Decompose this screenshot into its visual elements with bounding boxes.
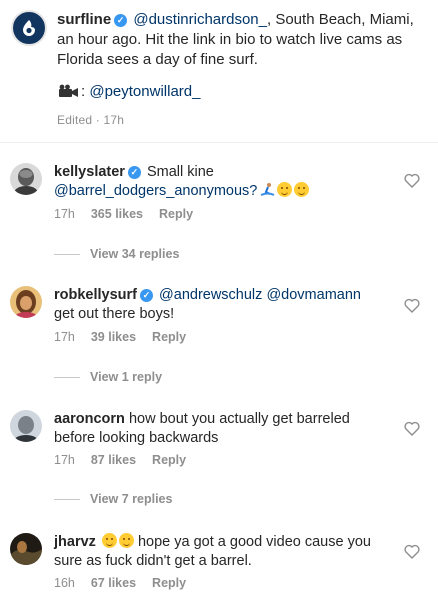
heart-icon[interactable] bbox=[404, 421, 420, 436]
verified-badge-icon: ✓ bbox=[140, 289, 153, 302]
reply-button[interactable]: Reply bbox=[152, 453, 186, 467]
comment-plain: Small kine bbox=[146, 164, 214, 180]
comment-text: robkellysurf ✓ @andrewschulz @dovmamann g… bbox=[54, 286, 394, 324]
view-replies-label: View 7 replies bbox=[90, 492, 173, 506]
likes-count[interactable]: 39 likes bbox=[91, 330, 136, 344]
comment-meta: 16h 67 likes Reply bbox=[54, 576, 202, 590]
robkellysurf-avatar-image bbox=[10, 286, 42, 318]
reply-button[interactable]: Reply bbox=[152, 576, 186, 590]
credit-mention[interactable]: @peytonwillard_ bbox=[89, 83, 200, 100]
video-camera-icon bbox=[59, 84, 78, 97]
surfline-logo-icon bbox=[23, 20, 35, 36]
comment-mention[interactable]: @barrel_dodgers_anonymous? bbox=[54, 183, 257, 199]
comment-meta: 17h 39 likes Reply bbox=[54, 330, 202, 344]
heart-icon[interactable] bbox=[404, 173, 420, 188]
comment-username[interactable]: aaroncorn bbox=[54, 411, 125, 427]
aaroncorn-avatar-image bbox=[10, 410, 42, 442]
comment-mention[interactable]: @andrewschulz bbox=[159, 287, 262, 303]
reply-button[interactable]: Reply bbox=[152, 330, 186, 344]
verified-badge-icon: ✓ bbox=[114, 14, 128, 27]
reply-button[interactable]: Reply bbox=[159, 207, 193, 221]
avatar[interactable] bbox=[10, 533, 42, 565]
grin-emoji-icon bbox=[277, 182, 293, 197]
surfline-avatar[interactable] bbox=[11, 10, 47, 46]
comment-time: 17h bbox=[54, 330, 75, 344]
view-replies-label: View 1 reply bbox=[90, 370, 163, 384]
comment-mention[interactable]: @dovmamann bbox=[266, 287, 361, 303]
credit-prefix: : bbox=[81, 83, 86, 100]
avatar[interactable] bbox=[10, 410, 42, 442]
view-replies-label: View 34 replies bbox=[90, 247, 180, 261]
avatar[interactable] bbox=[10, 163, 42, 195]
avatar[interactable] bbox=[10, 286, 42, 318]
comment-username[interactable]: robkellysurf bbox=[54, 287, 137, 303]
comment-plain: get out there boys! bbox=[54, 306, 175, 322]
laughing-emoji-icon bbox=[118, 533, 134, 548]
comment-username[interactable]: kellyslater bbox=[54, 164, 125, 180]
edited-timestamp: Edited · 17h bbox=[57, 113, 125, 127]
comment-time: 17h bbox=[54, 207, 75, 221]
smile-emoji-icon bbox=[294, 182, 310, 197]
replies-line bbox=[54, 498, 80, 500]
jharvz-avatar-image bbox=[10, 533, 42, 565]
photo-credit: : @peytonwillard_ bbox=[57, 82, 429, 102]
caption-text: surfline ✓ @dustinrichardson_, South Beac… bbox=[57, 10, 429, 130]
comment-text: aaroncorn how bout you actually get barr… bbox=[54, 410, 394, 448]
laughing-emoji-icon bbox=[101, 533, 117, 548]
comment-username[interactable]: jharvz bbox=[54, 534, 96, 550]
kellyslater-avatar-image bbox=[10, 163, 42, 195]
likes-count[interactable]: 87 likes bbox=[91, 453, 136, 467]
caption-mention[interactable]: @dustinrichardson_ bbox=[133, 11, 267, 28]
comment-time: 17h bbox=[54, 453, 75, 467]
likes-count[interactable]: 67 likes bbox=[91, 576, 136, 590]
verified-badge-icon: ✓ bbox=[127, 166, 141, 179]
post-caption: surfline ✓ @dustinrichardson_, South Beac… bbox=[0, 0, 438, 142]
comment-time: 16h bbox=[54, 576, 75, 590]
view-replies-button[interactable]: View 34 replies bbox=[54, 247, 179, 261]
comment-meta: 17h 365 likes Reply bbox=[54, 207, 209, 221]
surfer-emoji-icon bbox=[260, 183, 275, 196]
view-replies-button[interactable]: View 7 replies bbox=[54, 492, 172, 506]
heart-icon[interactable] bbox=[404, 298, 420, 313]
view-replies-button[interactable]: View 1 reply bbox=[54, 370, 162, 384]
comment-text: kellyslater ✓ Small kine @barrel_dodgers_… bbox=[54, 163, 394, 201]
likes-count[interactable]: 365 likes bbox=[91, 207, 143, 221]
comment-text: jharvz hope ya got a good video cause yo… bbox=[54, 533, 394, 571]
heart-icon[interactable] bbox=[404, 544, 420, 559]
comment-meta: 17h 87 likes Reply bbox=[54, 453, 202, 467]
replies-line bbox=[54, 253, 80, 255]
section-divider bbox=[0, 142, 438, 143]
replies-line bbox=[54, 376, 80, 378]
post-username[interactable]: surfline bbox=[57, 11, 111, 28]
